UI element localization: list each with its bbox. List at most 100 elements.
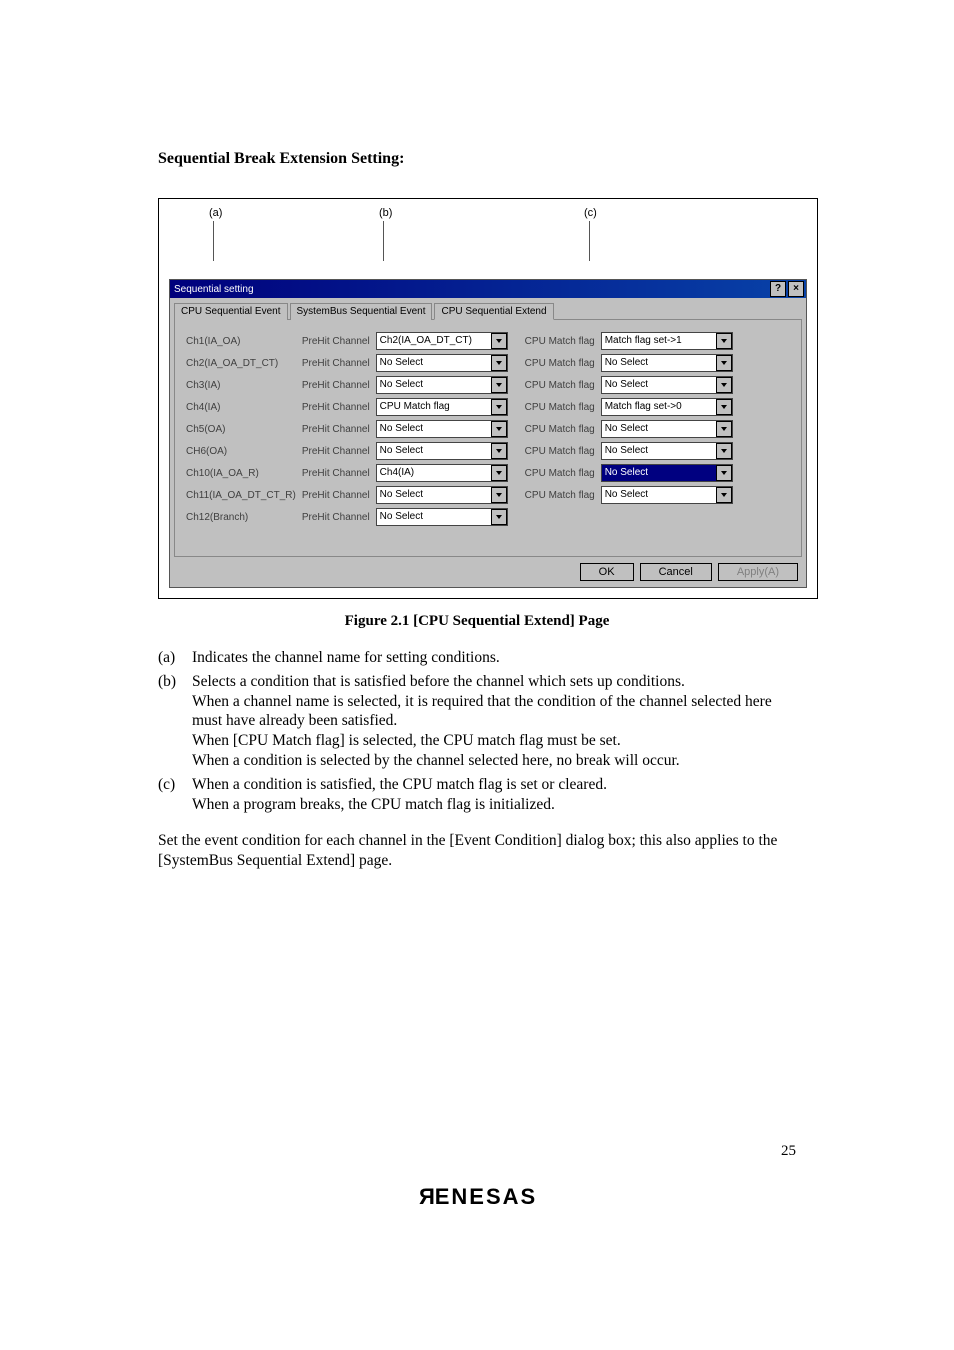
callout-a: (a) [209,207,222,219]
chevron-down-icon[interactable] [716,465,732,481]
prehit-label: PreHit Channel [299,420,373,438]
matchflag-select[interactable]: Match flag set->1 [601,332,733,350]
callout-b: (b) [379,207,392,219]
chevron-down-icon[interactable] [716,355,732,371]
matchflag-select[interactable]: No Select [601,486,733,504]
item-marker: (a) [158,648,192,668]
dialog-button-row: OK Cancel Apply(A) [170,557,806,587]
tab-strip: CPU Sequential Event SystemBus Sequentia… [174,302,802,319]
prehit-select[interactable]: No Select [376,376,508,394]
tab-cpu-sequential-extend[interactable]: CPU Sequential Extend [434,303,553,320]
chevron-down-icon[interactable] [716,443,732,459]
chevron-down-icon[interactable] [491,465,507,481]
item-marker: (c) [158,775,192,815]
matchflag-select[interactable]: No Select [601,420,733,438]
matchflag-label: CPU Match flag [511,376,598,394]
matchflag-label: CPU Match flag [511,354,598,372]
chevron-down-icon[interactable] [716,333,732,349]
cancel-button[interactable]: Cancel [640,563,712,581]
description-list: (a) Indicates the channel name for setti… [158,648,796,815]
dialog-title: Sequential setting [172,284,254,295]
chevron-down-icon[interactable] [491,509,507,525]
apply-button[interactable]: Apply(A) [718,563,798,581]
tab-cpu-sequential-event[interactable]: CPU Sequential Event [174,303,288,320]
chevron-down-icon[interactable] [491,333,507,349]
item-marker: (b) [158,672,192,771]
table-row: Ch10(IA_OA_R)PreHit ChannelCh4(IA)CPU Ma… [183,464,736,482]
chevron-down-icon[interactable] [491,377,507,393]
matchflag-label: CPU Match flag [511,420,598,438]
matchflag-select[interactable]: Match flag set->0 [601,398,733,416]
page-number: 25 [781,1143,796,1160]
closing-paragraph: Set the event condition for each channel… [158,831,796,872]
channel-name: Ch11(IA_OA_DT_CT_R) [183,486,299,504]
chevron-down-icon[interactable] [716,399,732,415]
prehit-label: PreHit Channel [299,508,373,526]
prehit-select[interactable]: No Select [376,442,508,460]
table-row: Ch1(IA_OA)PreHit ChannelCh2(IA_OA_DT_CT)… [183,332,736,350]
table-row: Ch5(OA)PreHit ChannelNo SelectCPU Match … [183,420,736,438]
chevron-down-icon[interactable] [491,443,507,459]
prehit-label: PreHit Channel [299,464,373,482]
prehit-select[interactable]: CPU Match flag [376,398,508,416]
chevron-down-icon[interactable] [716,487,732,503]
prehit-select[interactable]: Ch4(IA) [376,464,508,482]
chevron-down-icon[interactable] [491,399,507,415]
matchflag-label: CPU Match flag [511,332,598,350]
table-row: Ch12(Branch)PreHit ChannelNo Select [183,508,736,526]
prehit-select[interactable]: No Select [376,354,508,372]
prehit-label: PreHit Channel [299,332,373,350]
chevron-down-icon[interactable] [716,421,732,437]
figure-container: (a) (b) (c) Sequential setting ? × CPU S… [158,198,818,599]
matchflag-select[interactable]: No Select [601,354,733,372]
callout-tick [213,221,214,261]
item-body: When a condition is satisfied, the CPU m… [192,775,796,815]
channel-name: Ch1(IA_OA) [183,332,299,350]
callout-labels: (a) (b) (c) [169,207,807,225]
renesas-logo: RENESAS [0,1184,954,1210]
table-row: Ch11(IA_OA_DT_CT_R)PreHit ChannelNo Sele… [183,486,736,504]
channel-name: Ch2(IA_OA_DT_CT) [183,354,299,372]
callout-tick [589,221,590,261]
prehit-select[interactable]: Ch2(IA_OA_DT_CT) [376,332,508,350]
chevron-down-icon[interactable] [491,487,507,503]
channel-name: Ch12(Branch) [183,508,299,526]
prehit-select[interactable]: No Select [376,508,508,526]
table-row: Ch3(IA)PreHit ChannelNo SelectCPU Match … [183,376,736,394]
matchflag-label: CPU Match flag [511,486,598,504]
chevron-down-icon[interactable] [716,377,732,393]
matchflag-label: CPU Match flag [511,442,598,460]
prehit-label: PreHit Channel [299,486,373,504]
table-row: Ch4(IA)PreHit ChannelCPU Match flagCPU M… [183,398,736,416]
chevron-down-icon[interactable] [491,421,507,437]
prehit-select[interactable]: No Select [376,420,508,438]
prehit-select[interactable]: No Select [376,486,508,504]
dialog-titlebar[interactable]: Sequential setting ? × [170,280,806,298]
table-row: Ch2(IA_OA_DT_CT)PreHit ChannelNo SelectC… [183,354,736,372]
callout-tick [383,221,384,261]
callout-c: (c) [584,207,597,219]
table-row: CH6(OA)PreHit ChannelNo SelectCPU Match … [183,442,736,460]
item-body: Indicates the channel name for setting c… [192,648,796,668]
prehit-label: PreHit Channel [299,398,373,416]
prehit-label: PreHit Channel [299,442,373,460]
channel-name: Ch5(OA) [183,420,299,438]
prehit-label: PreHit Channel [299,376,373,394]
channel-name: CH6(OA) [183,442,299,460]
channel-name: Ch4(IA) [183,398,299,416]
prehit-label: PreHit Channel [299,354,373,372]
matchflag-label: CPU Match flag [511,398,598,416]
chevron-down-icon[interactable] [491,355,507,371]
channel-name: Ch10(IA_OA_R) [183,464,299,482]
item-body: Selects a condition that is satisfied be… [192,672,796,771]
matchflag-select[interactable]: No Select [601,376,733,394]
figure-caption: Figure 2.1 [CPU Sequential Extend] Page [158,613,796,630]
sequential-setting-dialog: Sequential setting ? × CPU Sequential Ev… [169,279,807,588]
help-button[interactable]: ? [770,281,786,297]
ok-button[interactable]: OK [580,563,634,581]
tab-body: Ch1(IA_OA)PreHit ChannelCh2(IA_OA_DT_CT)… [174,319,802,557]
close-button[interactable]: × [788,281,804,297]
matchflag-select[interactable]: No Select [601,464,733,482]
tab-systembus-sequential-event[interactable]: SystemBus Sequential Event [290,303,433,320]
matchflag-select[interactable]: No Select [601,442,733,460]
